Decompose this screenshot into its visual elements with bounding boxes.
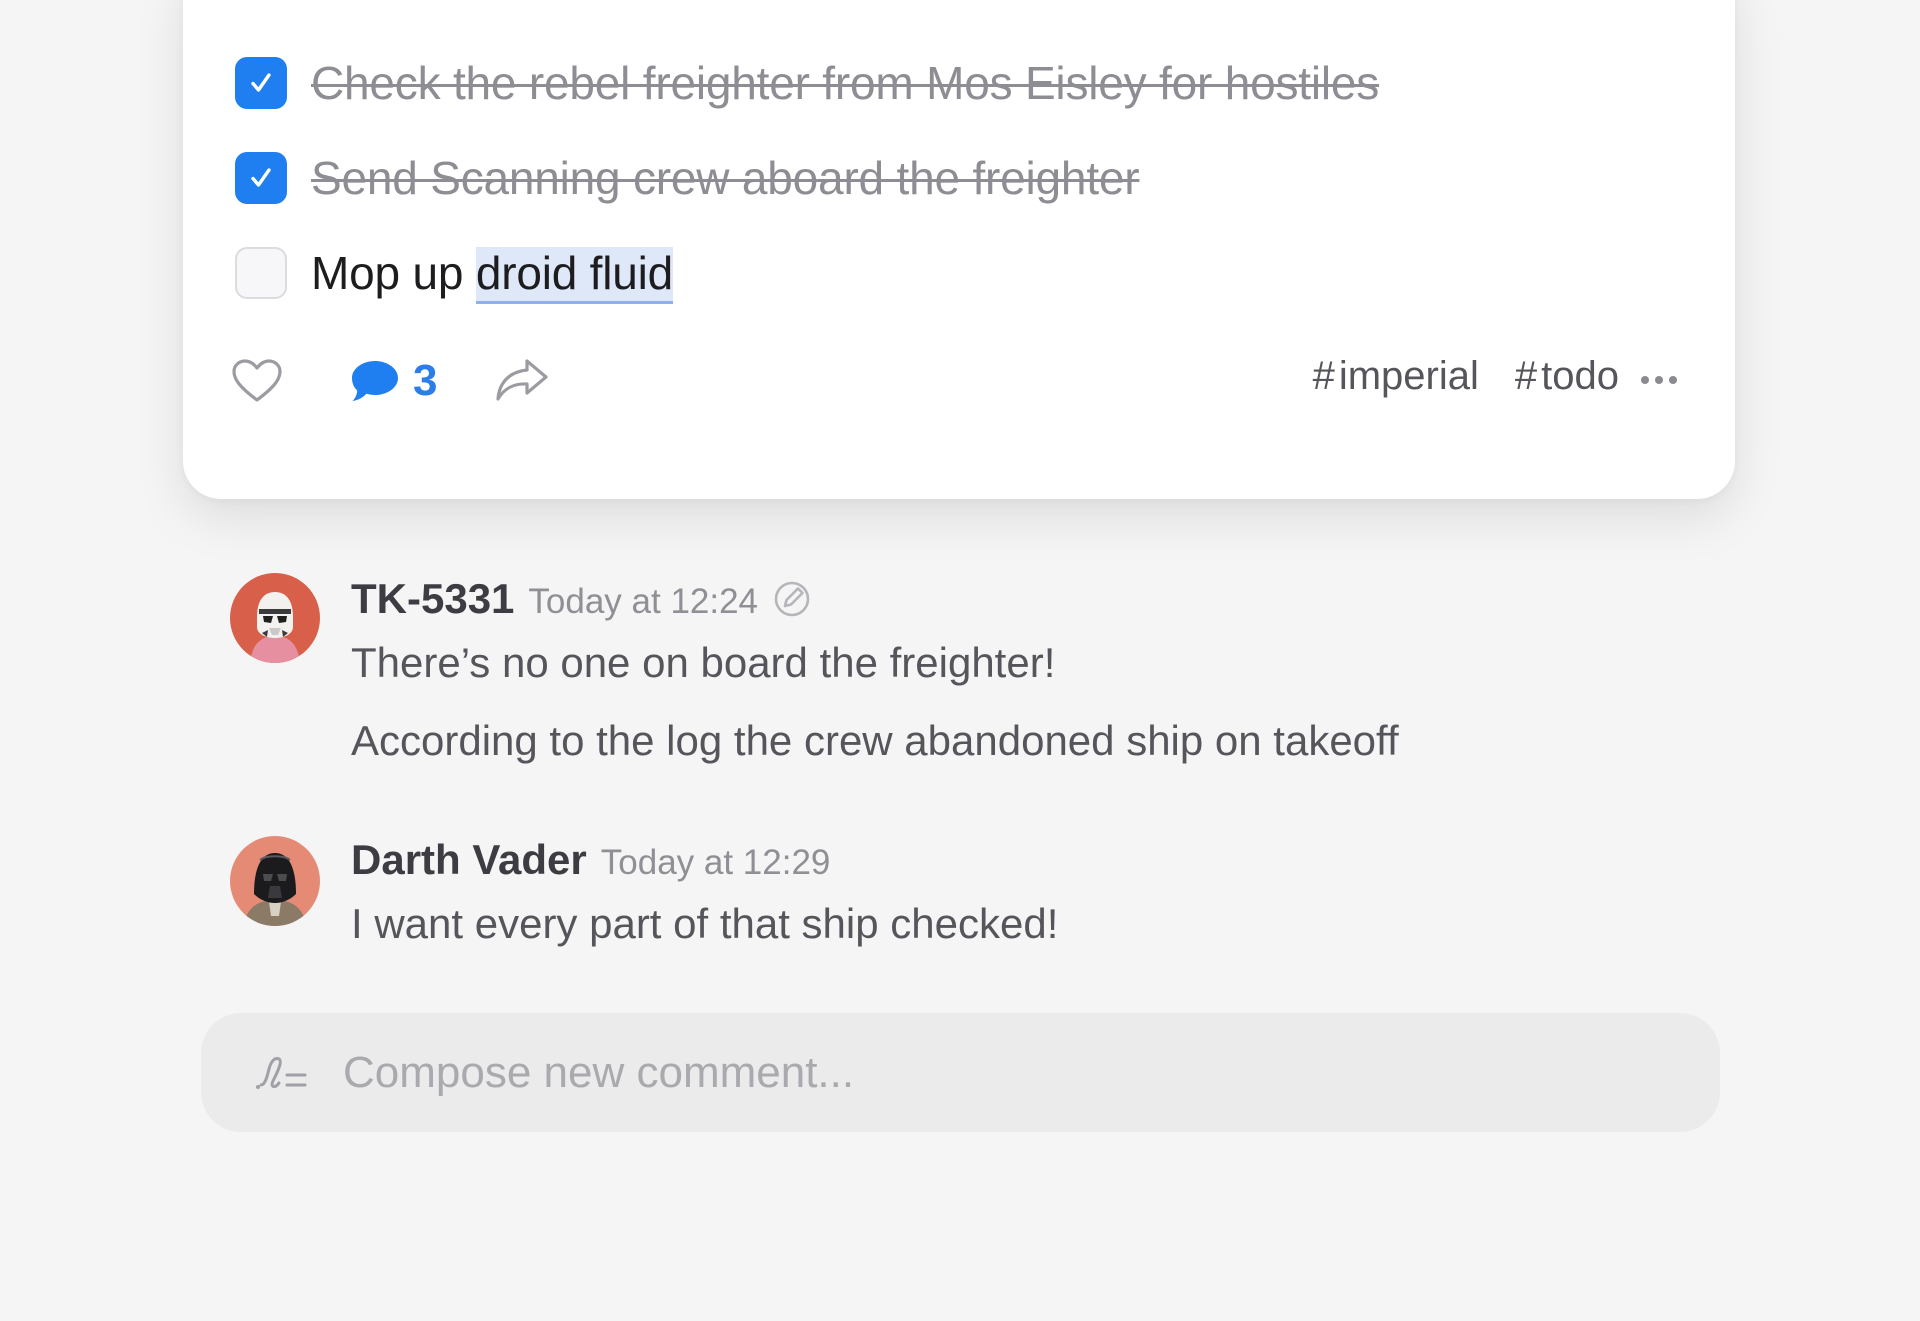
todo-item: Check the rebel freighter from Mos Eisle… [235,35,1379,130]
todo-text: Send Scanning crew aboard the freighter [311,151,1140,204]
tag-hash: # [1312,354,1335,398]
ellipsis-icon [1641,376,1649,384]
todo-checkbox-unchecked[interactable] [235,246,287,299]
comment-message: According to the log the crew abandoned … [351,717,1399,764]
more-options-button[interactable] [1641,376,1677,384]
share-button[interactable] [493,356,551,404]
ellipsis-icon [1669,376,1677,384]
comment-message: There’s no one on board the freighter! [351,639,1056,686]
speech-bubble-icon [352,361,398,401]
avatar[interactable] [230,573,320,663]
tag-imperial[interactable]: # imperial [1313,354,1479,399]
comment-header: TK-5331 Today at 12:24 [351,573,1399,623]
comment-timestamp: Today at 12:29 [600,843,831,882]
checkmark-icon [251,167,271,187]
comment-message: I want every part of that ship checked! [351,900,1059,947]
share-arrow-icon [496,359,548,401]
comments-button[interactable]: 3 [349,356,437,406]
checkmark-icon [251,72,271,92]
pencil-circle-icon [774,581,810,617]
comment-author[interactable]: TK-5331 [351,575,514,623]
comment-body: Darth Vader Today at 12:29 I want every … [351,836,1058,948]
todo-item: Mop up droid fluid [235,225,1379,320]
todo-text-prefix: Mop up [311,246,476,299]
comment-composer[interactable] [201,1013,1720,1132]
ellipsis-icon [1655,376,1663,384]
stormtrooper-avatar-icon [230,573,320,663]
tag-todo[interactable]: # todo [1515,354,1619,399]
heart-outline-icon [232,359,282,402]
post-card: Check the rebel freighter from Mos Eisle… [183,0,1735,499]
comment-body: TK-5331 Today at 12:24 There’s no one on… [351,573,1399,765]
comment-timestamp: Today at 12:24 [528,582,759,621]
selected-text: droid fluid [475,246,673,304]
like-button[interactable] [231,358,283,404]
todo-text[interactable]: Mop up droid fluid [311,246,673,304]
post-actions: 3 # imperial # todo [231,348,1677,418]
tag-label: todo [1541,354,1619,398]
tag-label: imperial [1338,354,1479,398]
comment-header: Darth Vader Today at 12:29 [351,836,1058,884]
tag-list: # imperial # todo [1277,354,1619,399]
tag-hash: # [1514,354,1538,398]
comment-input[interactable] [341,1046,1645,1099]
darth-vader-avatar-icon [230,836,320,926]
comment-count: 3 [413,356,438,405]
todo-item: Send Scanning crew aboard the freighter [235,130,1379,225]
todo-text: Check the rebel freighter from Mos Eisle… [311,56,1380,109]
todo-checkbox-checked[interactable] [235,56,287,109]
todo-list: Check the rebel freighter from Mos Eisle… [235,35,1379,320]
comment-author[interactable]: Darth Vader [351,836,587,884]
avatar[interactable] [230,836,320,926]
todo-checkbox-checked[interactable] [235,151,287,204]
signature-icon [256,1056,307,1089]
